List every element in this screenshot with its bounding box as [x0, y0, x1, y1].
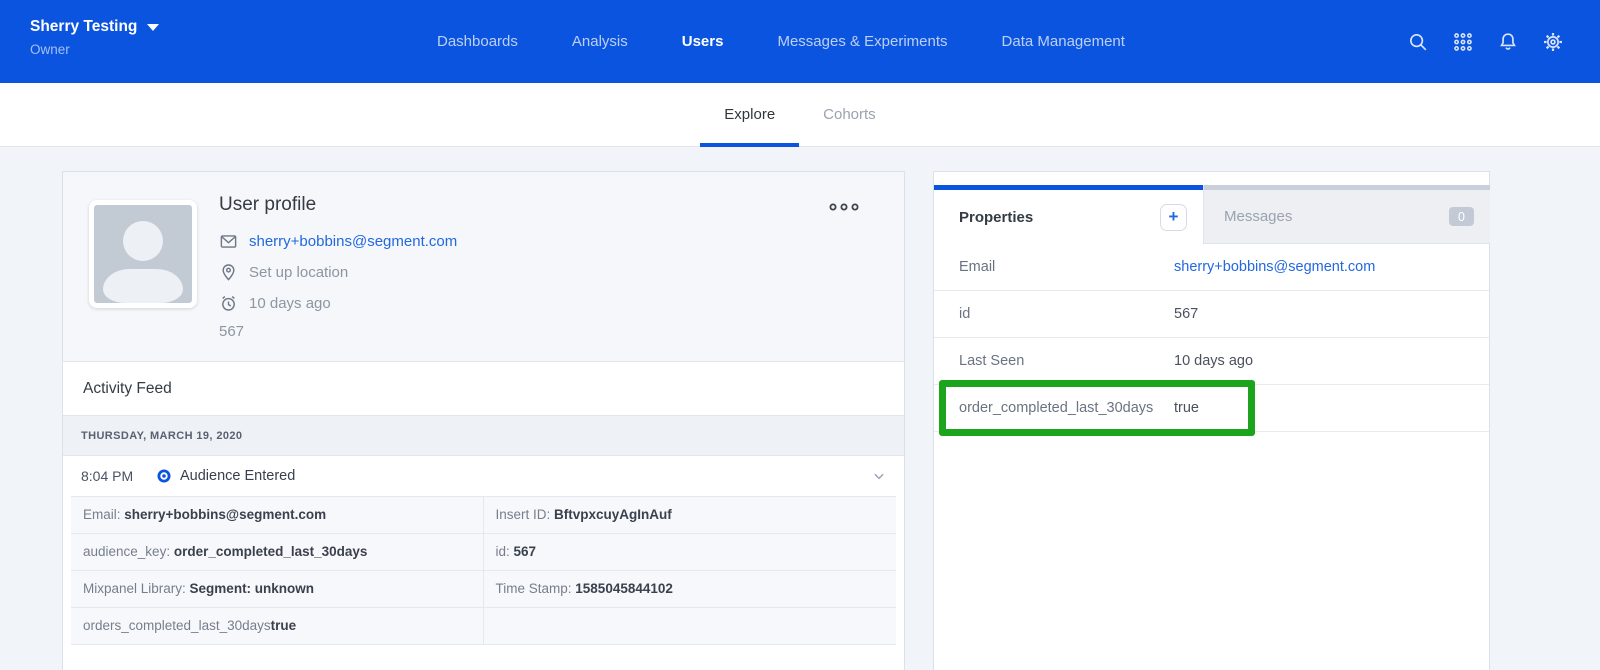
alarm-clock-icon: [219, 294, 238, 313]
profile-header-section: User profile sherry+bobbins@segment.com …: [63, 172, 904, 361]
table-cell: orders_completed_last_30daystrue: [71, 608, 484, 644]
nav-item-analysis[interactable]: Analysis: [572, 33, 628, 50]
tab-properties-label: Properties: [959, 209, 1033, 226]
properties-panel-card: Properties + Messages 0 Email sherry+bob…: [933, 171, 1490, 670]
main-nav: Dashboards Analysis Users Messages & Exp…: [437, 0, 1125, 83]
top-navigation-bar: Sherry Testing Owner Dashboards Analysis…: [0, 0, 1600, 83]
tab-cohorts-label: Cohorts: [823, 106, 876, 123]
property-key: Email: [934, 259, 1174, 275]
property-value: 10 days ago: [1174, 353, 1253, 369]
explore-cohorts-tabbar: Explore Cohorts: [0, 83, 1600, 147]
active-tab-underline: [700, 143, 799, 147]
table-row: Email: sherry+bobbins@segment.com Insert…: [71, 496, 896, 534]
property-value-email-link[interactable]: sherry+bobbins@segment.com: [1174, 259, 1375, 275]
profile-user-id: 567: [219, 323, 457, 340]
event-time: 8:04 PM: [81, 468, 145, 484]
event-properties-table: Email: sherry+bobbins@segment.com Insert…: [71, 496, 896, 645]
caret-down-icon: [147, 24, 159, 31]
org-name: Sherry Testing: [30, 18, 137, 36]
property-key: order_completed_last_30days: [934, 400, 1174, 416]
activity-feed-header: Activity Feed: [63, 361, 904, 415]
envelope-icon: [219, 232, 238, 251]
table-cell: Email: sherry+bobbins@segment.com: [71, 497, 484, 533]
tab-explore[interactable]: Explore: [700, 83, 799, 147]
profile-location[interactable]: Set up location: [249, 264, 348, 281]
property-row-last-seen: Last Seen 10 days ago: [934, 338, 1489, 385]
table-cell: Mixpanel Library: Segment: unknown: [71, 571, 484, 607]
activity-event-row[interactable]: 8:04 PM Audience Entered: [63, 456, 904, 496]
nav-item-messages-experiments[interactable]: Messages & Experiments: [777, 33, 947, 50]
active-tab-topbar: [934, 185, 1203, 190]
table-cell: Insert ID: BftvpxcuyAgInAuf: [484, 497, 897, 533]
property-key: Last Seen: [934, 353, 1174, 369]
event-name: Audience Entered: [180, 468, 295, 484]
org-role: Owner: [30, 42, 159, 57]
notifications-bell-icon[interactable]: [1497, 31, 1519, 53]
table-cell: id: 567: [484, 534, 897, 570]
add-property-button[interactable]: +: [1160, 204, 1187, 231]
property-row-id: id 567: [934, 291, 1489, 338]
table-cell: audience_key: order_completed_last_30day…: [71, 534, 484, 570]
activity-date-header: THURSDAY, MARCH 19, 2020: [63, 415, 904, 456]
nav-item-dashboards[interactable]: Dashboards: [437, 33, 518, 50]
table-row: audience_key: order_completed_last_30day…: [71, 534, 896, 571]
apps-grid-icon[interactable]: [1452, 31, 1474, 53]
profile-title: User profile: [219, 194, 457, 216]
tab-cohorts[interactable]: Cohorts: [799, 83, 900, 147]
tab-explore-label: Explore: [724, 106, 775, 123]
more-options-button[interactable]: [828, 200, 860, 218]
inactive-tab-topbar: [1204, 185, 1490, 190]
tab-messages[interactable]: Messages 0: [1203, 185, 1490, 244]
table-cell: Time Stamp: 1585045844102: [484, 571, 897, 607]
settings-gear-icon[interactable]: [1542, 31, 1564, 53]
avatar-body-shape: [103, 269, 183, 303]
property-row-order-completed: order_completed_last_30days true: [934, 385, 1489, 432]
profile-email-link[interactable]: sherry+bobbins@segment.com: [249, 233, 457, 250]
property-key: id: [934, 306, 1174, 322]
user-profile-card: User profile sherry+bobbins@segment.com …: [62, 171, 905, 670]
table-cell: [484, 608, 897, 644]
tab-properties[interactable]: Properties +: [934, 185, 1203, 244]
property-value: true: [1174, 400, 1199, 416]
activity-feed-title: Activity Feed: [83, 380, 172, 398]
properties-messages-tabbar: Properties + Messages 0: [934, 185, 1489, 244]
nav-item-data-management[interactable]: Data Management: [1002, 33, 1125, 50]
table-row: orders_completed_last_30daystrue: [71, 608, 896, 645]
chevron-down-icon[interactable]: [872, 469, 886, 483]
nav-item-users[interactable]: Users: [682, 33, 724, 50]
avatar-head-shape: [123, 221, 163, 261]
location-pin-icon: [219, 263, 238, 282]
messages-count-badge: 0: [1449, 207, 1474, 226]
avatar: [89, 200, 197, 308]
property-row-email: Email sherry+bobbins@segment.com: [934, 244, 1489, 291]
profile-last-seen: 10 days ago: [249, 295, 331, 312]
kebab-dots-icon: [828, 201, 860, 213]
nav-icon-group: [1407, 0, 1564, 83]
search-icon[interactable]: [1407, 31, 1429, 53]
property-value: 567: [1174, 306, 1198, 322]
org-selector[interactable]: Sherry Testing Owner: [30, 18, 159, 57]
table-row: Mixpanel Library: Segment: unknown Time …: [71, 571, 896, 608]
tab-messages-label: Messages: [1224, 208, 1292, 225]
audience-entered-dot-icon: [157, 469, 171, 483]
